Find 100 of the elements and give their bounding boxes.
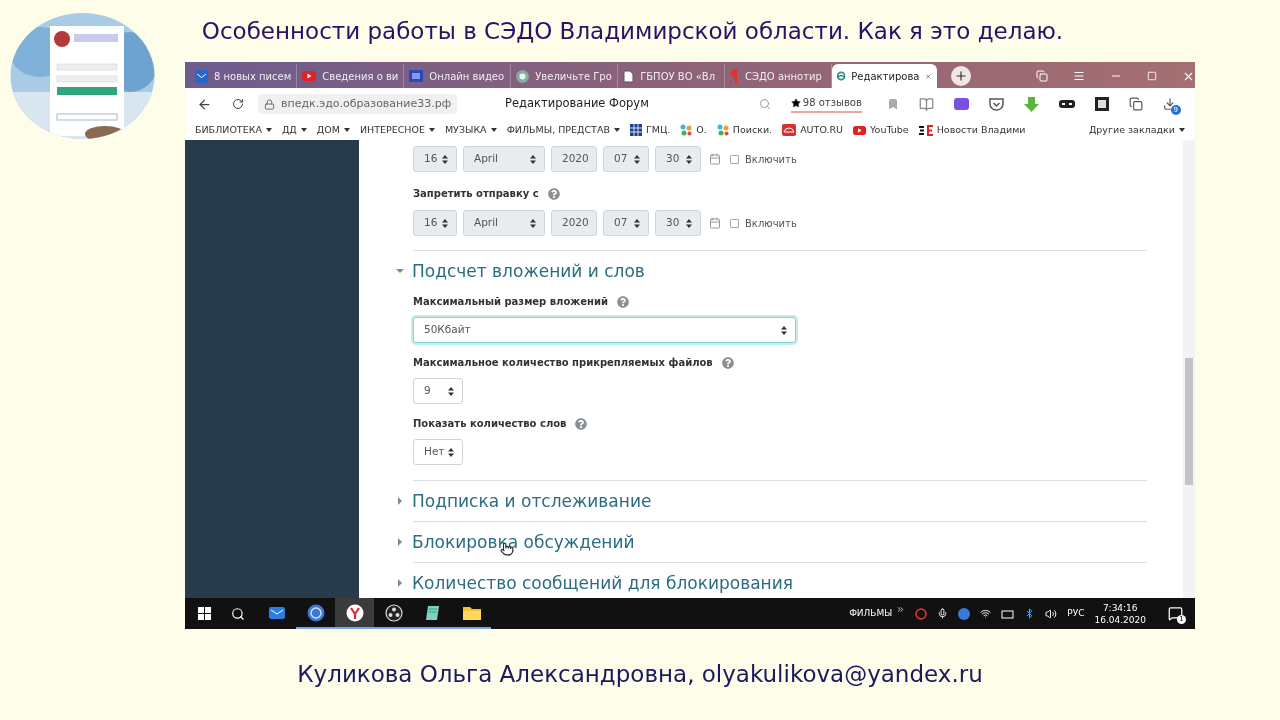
section-header[interactable]: Подписка и отслеживание [395, 490, 1147, 512]
swirl-icon [836, 69, 846, 83]
reload-icon[interactable] [232, 98, 244, 110]
chevrons-icon[interactable] [896, 605, 906, 614]
select-field[interactable]: 50Кбайт [413, 317, 796, 343]
volume-icon[interactable] [1045, 607, 1058, 620]
calendar-icon[interactable] [709, 217, 721, 229]
back-icon[interactable] [197, 96, 212, 112]
bookmark-folder[interactable]: ИНТЕРЕСНОЕ [359, 122, 435, 138]
language-indicator[interactable]: РУС [1067, 606, 1085, 621]
reviews-button[interactable]: 98 отзывов [790, 95, 862, 113]
recorder-icon [384, 603, 403, 622]
microphone-icon[interactable] [937, 608, 949, 619]
wifi-icon[interactable] [980, 608, 992, 619]
select-value: 9 [424, 383, 431, 399]
scrollbar-thumb[interactable] [1185, 358, 1193, 485]
enable-checkbox[interactable] [730, 218, 739, 228]
help-icon[interactable] [547, 187, 560, 200]
browser-tab[interactable]: 8 новых писем [190, 64, 298, 88]
folder-icon [462, 605, 481, 620]
bookmark-folder[interactable]: БИБЛИОТЕКА [195, 122, 272, 138]
tab-title: 8 новых писем [214, 69, 292, 84]
select-field[interactable]: 2020 [551, 146, 597, 172]
battery-icon[interactable] [1001, 608, 1015, 619]
clock[interactable]: 7:34:16 16.04.2020 [1094, 601, 1146, 626]
bookmark-link[interactable]: YouTube [853, 122, 909, 138]
sort-arrows-icon [442, 154, 448, 164]
collections-icon[interactable] [1035, 70, 1048, 82]
select-field[interactable]: 30 [655, 210, 701, 236]
search-icon[interactable] [231, 606, 245, 621]
section-header[interactable]: Подсчет вложений и слов [395, 260, 1147, 282]
new-tab-button[interactable] [950, 66, 971, 86]
select-field[interactable]: 9 [413, 378, 463, 404]
help-icon[interactable] [575, 417, 588, 430]
caret-icon [1179, 128, 1185, 132]
toolbar-label[interactable]: ФИЛЬМЫ [849, 606, 893, 621]
checkbox-label: Включить [745, 152, 797, 167]
menu-icon[interactable] [1072, 70, 1085, 82]
help-icon[interactable] [721, 356, 734, 369]
select-field[interactable]: 16 [413, 210, 457, 236]
help-icon[interactable] [616, 295, 629, 308]
bookmark-link[interactable]: О. [680, 122, 707, 138]
field-label: Максимальное количество прикрепляемых файлов [413, 356, 713, 370]
caret-icon [343, 128, 350, 132]
select-field[interactable]: 30 [655, 146, 701, 172]
enable-checkbox[interactable] [730, 154, 739, 164]
select-field[interactable]: 07 [603, 146, 649, 172]
mask-icon[interactable] [1058, 100, 1075, 108]
plus-icon [953, 69, 968, 83]
notifications-icon[interactable] [1168, 606, 1183, 621]
notepad-icon [423, 603, 442, 622]
status-icon[interactable] [915, 607, 928, 620]
browser-tab[interactable]: ГБПОУ ВО «Вл [618, 64, 726, 88]
taskbar-app[interactable] [335, 598, 374, 629]
bookmark-link[interactable]: ГМЦ. [629, 122, 671, 138]
mail-icon [267, 604, 286, 621]
extension-icon[interactable] [953, 98, 969, 110]
circle-icon [516, 69, 530, 83]
square-icon[interactable] [1094, 97, 1109, 111]
dots-icon [716, 124, 729, 136]
play-icon [853, 125, 867, 135]
browser-tab[interactable]: СЭДО аннотир [725, 64, 832, 88]
browser-tab[interactable]: Увеличьте Гро [511, 64, 619, 88]
select-value: Нет [424, 444, 445, 460]
bookmark-link[interactable]: Новости Владими [918, 122, 1026, 138]
select-field[interactable]: April [463, 210, 545, 236]
reader-icon[interactable] [918, 96, 934, 112]
bookmark-folder[interactable]: Другие закладки [1088, 122, 1185, 138]
calendar-icon[interactable] [709, 153, 721, 165]
restore-icon[interactable] [1146, 71, 1157, 81]
browser-tab[interactable]: Редактирова [831, 64, 937, 88]
select-field[interactable]: April [463, 146, 545, 172]
pocket-icon[interactable] [988, 97, 1004, 111]
play-icon [302, 71, 317, 81]
browser-tab[interactable]: Сведения о ви [297, 64, 405, 88]
windows-start-icon[interactable] [198, 607, 211, 620]
bookmark-folder[interactable]: ДОМ [316, 122, 350, 138]
bookmark-link[interactable]: AUTO.RU [782, 122, 844, 138]
bookmark-folder[interactable]: МУЗЫКА [444, 122, 497, 138]
select-field[interactable]: 2020 [551, 210, 597, 236]
bookmark-folder[interactable]: ДД [281, 122, 307, 138]
logo-icon [730, 69, 740, 83]
sort-arrows-icon [781, 325, 787, 335]
select-field[interactable]: Нет [413, 439, 463, 465]
caret-icon [613, 128, 620, 132]
bookmark-folder[interactable]: ФИЛЬМЫ, ПРЕДСТАВ [506, 122, 620, 138]
logo-icon [918, 124, 933, 136]
sort-arrows-icon [686, 154, 692, 164]
scrollbar[interactable] [1183, 140, 1195, 598]
address-field[interactable]: впедк.эдо.образование33.рф [258, 94, 458, 114]
bookmark-link[interactable]: Поиски. [716, 122, 773, 138]
select-field[interactable]: 07 [603, 210, 649, 236]
download-arrow-icon[interactable] [1023, 96, 1039, 112]
browser-tab[interactable]: Онлайн видео [404, 64, 512, 88]
section-header[interactable]: Количество сообщений для блокирования [395, 572, 1147, 594]
sort-arrows-icon [686, 218, 692, 228]
select-value: 30 [666, 151, 680, 167]
select-field[interactable]: 16 [413, 146, 457, 172]
section-header[interactable]: Блокировка обсуждений [395, 531, 1147, 553]
caret-icon [428, 128, 435, 132]
